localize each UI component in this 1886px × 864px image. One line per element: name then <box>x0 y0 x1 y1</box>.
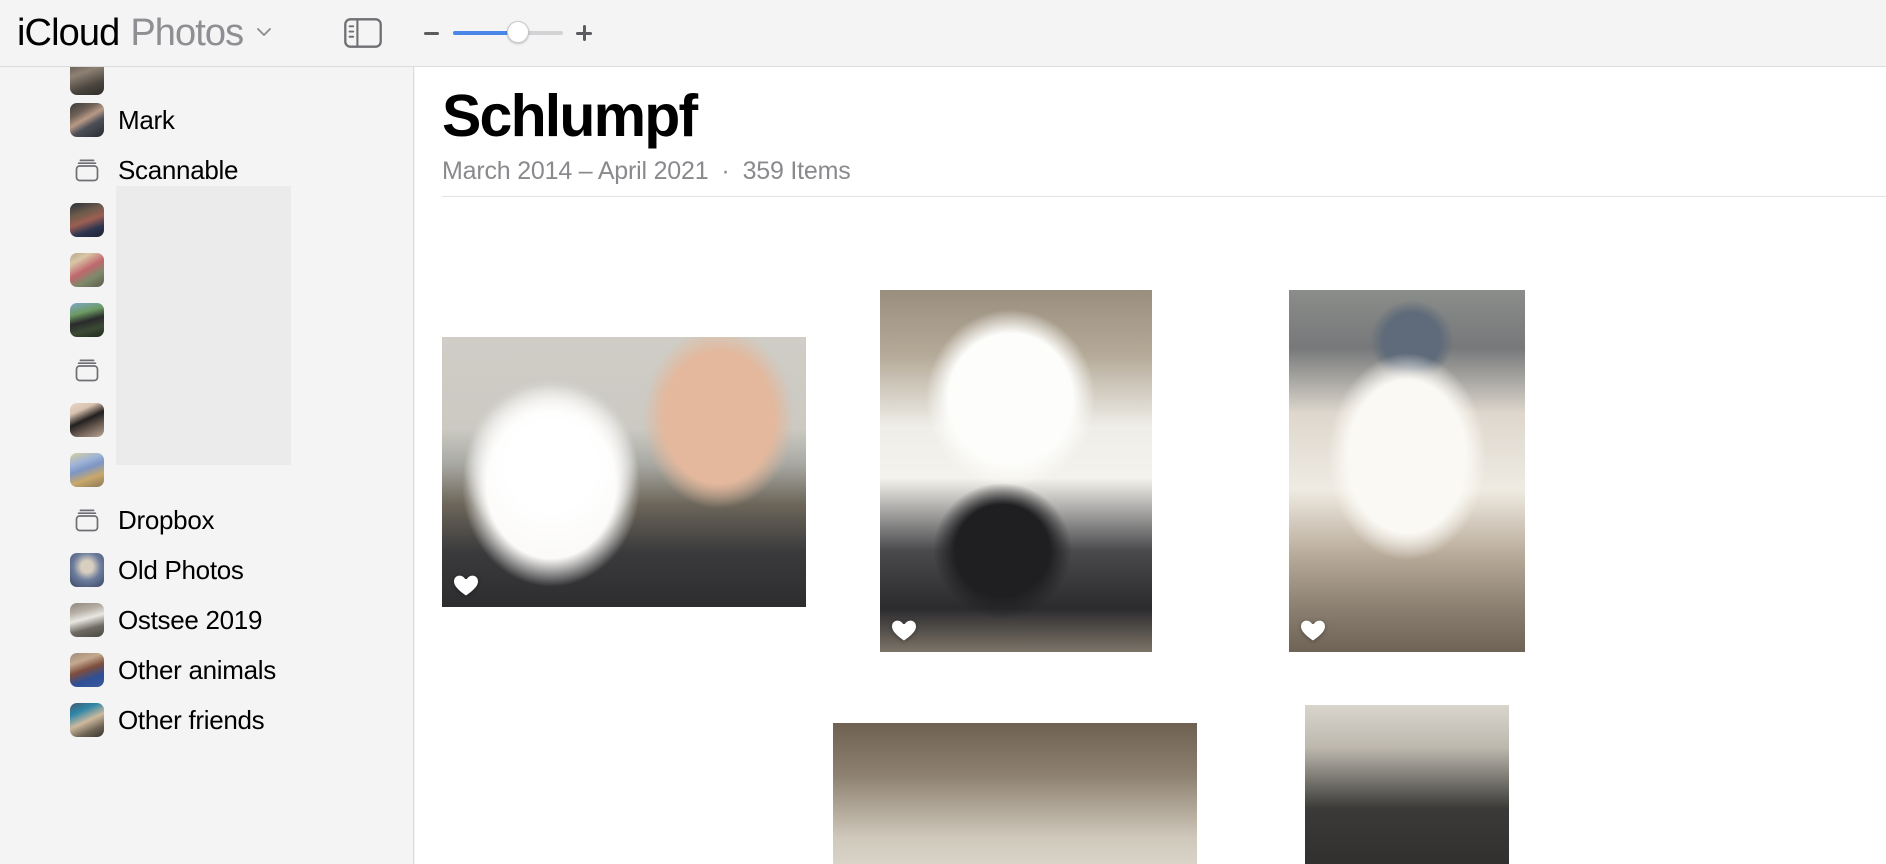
photo-thumbnail-icon <box>70 253 104 287</box>
toolbar: iCloud Photos <box>0 0 1886 67</box>
header-divider <box>442 196 1886 197</box>
page-title: Schlumpf <box>442 83 698 149</box>
sidebar-item-other-friends[interactable]: Other friends <box>0 695 413 745</box>
zoom-slider[interactable] <box>453 21 564 45</box>
heart-icon[interactable] <box>890 616 918 644</box>
sidebar-item-label: Scannable <box>118 154 239 185</box>
chevron-down-icon[interactable] <box>254 22 274 42</box>
album-stack-icon <box>70 353 104 387</box>
photo-image <box>833 723 1197 864</box>
album-header: Schlumpf March 2014 – April 2021 · 359 I… <box>415 67 1886 186</box>
photo-thumbnail-icon <box>70 553 104 587</box>
sidebar-item-label: Other friends <box>118 704 265 735</box>
sidebar-item-3[interactable] <box>0 195 413 245</box>
app-title-group[interactable]: iCloud Photos <box>17 12 274 55</box>
album-date-range: March 2014 – April 2021 <box>442 157 709 186</box>
photo-thumbnail-icon <box>70 603 104 637</box>
photo-dog-outdoors[interactable] <box>1289 290 1525 652</box>
plus-icon[interactable] <box>573 22 595 44</box>
sidebar-item-label: Old Photos <box>118 554 244 585</box>
sidebar-item-scannable[interactable]: Scannable <box>0 145 413 195</box>
photo-image <box>1289 290 1525 652</box>
zoom-control-group <box>421 21 595 45</box>
sidebar-item-mark[interactable]: Mark <box>0 95 413 145</box>
sidebar-item-label: Dropbox <box>118 504 215 535</box>
album-item-count: 359 Items <box>742 157 851 186</box>
sidebar-item-other-animals[interactable]: Other animals <box>0 645 413 695</box>
photo-thumbnail-icon <box>70 453 104 487</box>
photo-thumbnail-icon <box>70 703 104 737</box>
photo-thumbnail-icon <box>70 67 104 95</box>
sidebar-item-old-photos[interactable]: Old Photos <box>0 545 413 595</box>
photo-thumbnail-icon <box>70 653 104 687</box>
brand-icloud: iCloud <box>17 11 120 54</box>
icloud-photos-window: iCloud Photos Mark Scannable day Dropbox… <box>0 0 1886 864</box>
photo-dog-with-coat[interactable] <box>1305 705 1509 864</box>
sidebar-item-ostsee-2019[interactable]: Ostsee 2019 <box>0 595 413 645</box>
photo-dog-on-couch[interactable] <box>489 711 761 864</box>
photo-thumbnail-icon <box>70 203 104 237</box>
photo-image <box>1305 705 1509 864</box>
photo-dog-harness[interactable] <box>880 290 1152 652</box>
sidebar-item-day[interactable]: day <box>0 295 413 345</box>
heart-icon[interactable] <box>452 571 480 599</box>
sidebar-item-4[interactable] <box>0 245 413 295</box>
photo-image <box>489 711 761 864</box>
sidebar-item-label: Mark <box>118 104 175 135</box>
photo-image <box>880 290 1152 652</box>
album-stack-icon <box>70 153 104 187</box>
album-stack-icon <box>70 503 104 537</box>
photo-thumbnail-icon <box>70 303 104 337</box>
slider-knob[interactable] <box>506 21 529 43</box>
heart-icon[interactable] <box>1299 616 1327 644</box>
sidebar[interactable]: Mark Scannable day Dropbox Old Photos Ostsee … <box>0 67 414 864</box>
photo-image <box>442 337 806 607</box>
sidebar-album-list: Mark Scannable day Dropbox Old Photos Ostsee … <box>0 67 413 745</box>
photo-thumbnail-icon <box>70 103 104 137</box>
photo-dog-by-door[interactable] <box>833 723 1197 864</box>
photo-selfie-with-dog[interactable] <box>442 337 806 607</box>
photo-thumbnail-icon <box>70 403 104 437</box>
sidebar-item-0[interactable] <box>0 67 413 95</box>
sidebar-item-dropbox[interactable]: Dropbox <box>0 495 413 545</box>
sidebar-toggle-icon[interactable] <box>343 17 383 49</box>
album-subtitle: March 2014 – April 2021 · 359 Items <box>442 157 1886 186</box>
sidebar-item-6[interactable] <box>0 345 413 395</box>
sidebar-item-label: day <box>118 304 160 335</box>
sidebar-item-7[interactable] <box>0 395 413 445</box>
brand-photos: Photos <box>130 11 244 54</box>
subtitle-separator: · <box>721 157 730 186</box>
sidebar-item-label: Ostsee 2019 <box>118 604 263 635</box>
minus-icon[interactable] <box>421 23 441 43</box>
sidebar-item-8[interactable] <box>0 445 413 495</box>
sidebar-item-label: Other animals <box>118 654 276 685</box>
main-content: Schlumpf March 2014 – April 2021 · 359 I… <box>415 67 1886 864</box>
